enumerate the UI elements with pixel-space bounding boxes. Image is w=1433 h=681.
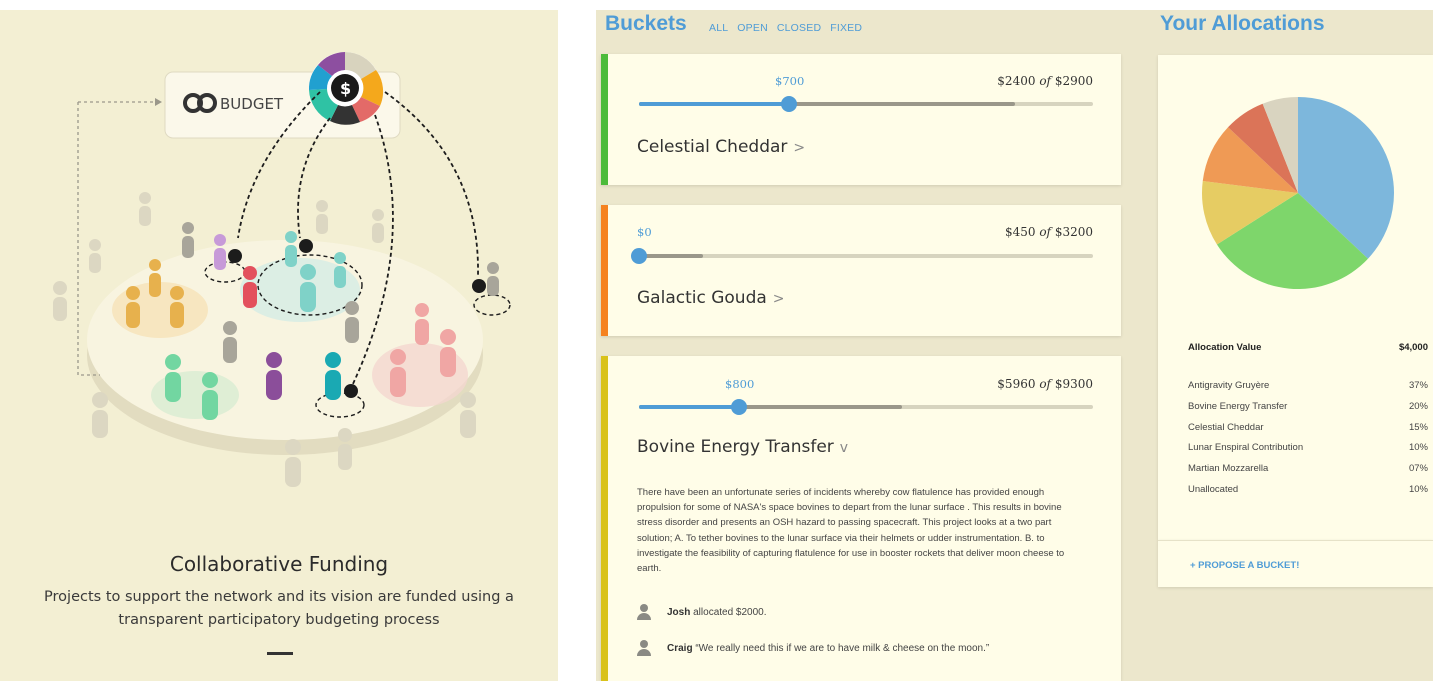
chevron-down-icon: v (839, 440, 849, 456)
allocation-fill (639, 102, 789, 106)
filter-all[interactable]: ALL (709, 22, 728, 34)
allocation-row: Lunar Enspiral Contribution 10% (1188, 442, 1428, 463)
allocation-row-percent: 20% (1408, 400, 1428, 412)
bucket-description: There have been an unfortunate series of… (637, 487, 1065, 575)
comment-author: Josh (667, 606, 691, 618)
comment-author: Craig (667, 642, 693, 654)
allocation-row-name: Bovine Energy Transfer (1188, 400, 1288, 412)
bucket-title[interactable]: Bovine Energy Transfer v (637, 437, 848, 457)
intro-title: Collaborative Funding (169, 552, 389, 576)
comment-text: allocated $2000. (693, 606, 767, 618)
allocation-row-percent: 10% (1408, 442, 1428, 454)
allocation-slider-handle[interactable] (631, 248, 647, 264)
allocation-row: Unallocated 10% (1188, 484, 1428, 505)
allocation-row: Bovine Energy Transfer 20% (1188, 401, 1428, 422)
bucket-title[interactable]: Celestial Cheddar > (637, 137, 805, 157)
bucket-card: $800 $5960 of $9300 Bovine Energy Transf… (601, 356, 1121, 681)
allocations-card: Allocation Value $4,000 Antigravity Gruy… (1158, 55, 1433, 540)
allocation-row: Martian Mozzarella 07% (1188, 463, 1428, 484)
buckets-heading: Buckets (605, 12, 687, 35)
allocation-row-name: Martian Mozzarella (1188, 463, 1269, 475)
bucket-status-stripe (601, 356, 608, 681)
intro-description: Projects to support the network and its … (44, 589, 514, 628)
filter-fixed[interactable]: FIXED (830, 22, 862, 34)
user-avatar-icon (637, 604, 651, 620)
propose-bucket-card: + PROPOSE A BUCKET! (1158, 540, 1433, 587)
allocation-pie-chart (1202, 97, 1394, 289)
bucket-title[interactable]: Galactic Gouda > (637, 288, 785, 308)
allocation-slider[interactable] (631, 248, 1093, 264)
allocation-row-percent: 07% (1408, 463, 1428, 475)
comment-text: “We really need this if we are to have m… (695, 642, 990, 654)
bucket-filters: ALL OPEN CLOSED FIXED (709, 22, 862, 34)
filter-closed[interactable]: CLOSED (777, 22, 821, 34)
allocation-row-name: Celestial Cheddar (1188, 421, 1264, 433)
allocation-amount: $0 (637, 225, 652, 239)
filter-open[interactable]: OPEN (737, 22, 768, 34)
comment: Josh allocated $2000. (637, 604, 767, 620)
user-avatar-icon (637, 640, 651, 656)
allocation-row-percent: 15% (1408, 421, 1428, 433)
allocation-amount: $800 (725, 377, 755, 391)
logo-text: BUDGET (220, 95, 284, 113)
allocation-value-label: Allocation Value (1188, 342, 1262, 353)
budget-donut-icon: $ (308, 52, 384, 125)
allocation-slider[interactable] (639, 399, 1093, 415)
chevron-right-icon: > (793, 140, 806, 156)
chevron-right-icon: > (772, 291, 785, 307)
intro-divider (267, 652, 293, 655)
allocation-amount: $700 (775, 74, 805, 88)
allocations-heading: Your Allocations (1160, 12, 1325, 35)
page: BUDGET $ Collaborative Funding Projects … (0, 0, 1433, 681)
allocation-fill (639, 405, 739, 409)
intro-panel: BUDGET $ Collaborative Funding Projects … (0, 10, 558, 681)
allocation-list: Antigravity Gruyère 37% Bovine Energy Tran… (1188, 380, 1428, 505)
funded-fill (639, 254, 703, 258)
svg-text:$: $ (340, 79, 351, 98)
bucket-status-stripe (601, 54, 608, 185)
comment: Craig “We really need this if we are to … (637, 640, 989, 656)
allocation-row-name: Unallocated (1188, 483, 1239, 495)
bucket-total: $450 of $3200 (1004, 225, 1093, 239)
allocation-slider-handle[interactable] (730, 399, 747, 415)
allocation-value-amount: $4,000 (1398, 342, 1428, 353)
allocation-slider-handle[interactable] (780, 96, 797, 112)
bucket-card: $700 $2400 of $2900 Celestial Cheddar > (601, 54, 1121, 185)
allocation-row: Celestial Cheddar 15% (1188, 422, 1428, 443)
allocation-slider[interactable] (639, 96, 1093, 112)
allocation-row-name: Antigravity Gruyère (1188, 380, 1270, 391)
allocation-row-percent: 10% (1408, 483, 1428, 495)
bucket-status-stripe (601, 205, 608, 336)
bucket-total: $2400 of $2900 (997, 74, 1093, 88)
propose-bucket-link[interactable]: + PROPOSE A BUCKET! (1190, 560, 1299, 571)
bucket-total: $5960 of $9300 (997, 377, 1093, 391)
allocation-row-name: Lunar Enspiral Contribution (1188, 442, 1304, 454)
allocation-row-percent: 37% (1408, 380, 1428, 391)
allocation-row: Antigravity Gruyère 37% (1188, 380, 1428, 401)
participatory-budgeting-illustration: BUDGET $ (53, 52, 511, 487)
bucket-card: $0 $450 of $3200 Galactic Gouda > (601, 205, 1121, 336)
allocation-value-row: Allocation Value $4,000 (1188, 342, 1428, 353)
